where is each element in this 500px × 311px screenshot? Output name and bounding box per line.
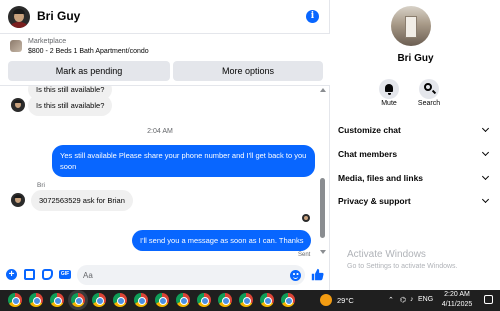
scroll-down-arrow[interactable] — [320, 250, 326, 254]
message-incoming: 3072563529 ask for Brian — [31, 190, 133, 211]
message-sender-name: Bri — [37, 182, 45, 189]
gif-icon[interactable]: GIF — [59, 270, 71, 279]
network-icon[interactable]: ⌬ — [400, 296, 406, 304]
mute-button[interactable] — [379, 79, 399, 99]
taskbar-browser-icon[interactable] — [155, 293, 169, 307]
section-media-files-links[interactable]: Media, files and links — [338, 170, 490, 186]
temperature[interactable]: 29°C — [337, 296, 354, 305]
messenger-window: Bri Guy i Marketplace $800 - 2 Beds 1 Ba… — [0, 0, 500, 290]
chevron-down-icon — [481, 124, 490, 133]
taskbar-browser-icon[interactable] — [50, 293, 64, 307]
message-composer: + GIF — [0, 260, 330, 290]
section-label: Media, files and links — [338, 173, 424, 183]
sticker-icon[interactable] — [42, 269, 53, 280]
taskbar-browser-icon[interactable] — [218, 293, 232, 307]
section-label: Customize chat — [338, 125, 401, 135]
profile-picture[interactable] — [391, 6, 431, 46]
read-receipt-avatar — [302, 214, 310, 222]
listing-thumbnail[interactable] — [10, 40, 22, 52]
windows-taskbar: 29°C ⌃ ⌬ ♪ ENG 2:20 AM 4/11/2025 — [0, 290, 500, 311]
weather-icon[interactable] — [320, 294, 332, 306]
speaker-icon[interactable]: ♪ — [410, 296, 414, 303]
emoji-icon[interactable] — [290, 270, 301, 281]
clock-time[interactable]: 2:20 AM — [442, 291, 472, 298]
section-label: Chat members — [338, 149, 398, 159]
message-outgoing: Yes still available Please share your ph… — [52, 145, 315, 177]
taskbar-browser-icon[interactable] — [197, 293, 211, 307]
chevron-down-icon — [481, 195, 490, 204]
message-outgoing: I'll send you a message as soon as I can… — [132, 230, 312, 251]
taskbar-browser-icon[interactable] — [134, 293, 148, 307]
activate-windows-title: Activate Windows — [347, 249, 426, 260]
contact-avatar-small — [11, 98, 25, 112]
language-indicator[interactable]: ENG — [418, 296, 433, 303]
listing-title[interactable]: $800 - 2 Beds 1 Bath Apartment/condo — [28, 48, 149, 55]
listing-category: Marketplace — [28, 38, 67, 45]
info-icon[interactable]: i — [306, 10, 319, 23]
scroll-up-arrow[interactable] — [320, 88, 326, 92]
chevron-down-icon — [481, 172, 490, 181]
taskbar-browser-icon[interactable] — [260, 293, 274, 307]
message-list: Is this still available? Is this still a… — [0, 86, 330, 260]
contact-name[interactable]: Bri Guy — [37, 9, 80, 23]
scroll-thumb[interactable] — [320, 178, 325, 238]
like-icon[interactable] — [311, 267, 324, 282]
taskbar-browser-icon[interactable] — [71, 293, 85, 307]
taskbar-browser-icon[interactable] — [29, 293, 43, 307]
activate-windows-subtitle: Go to Settings to activate Windows. — [347, 263, 458, 270]
search-icon — [424, 83, 432, 91]
message-scrollbar[interactable] — [319, 86, 327, 258]
section-privacy-support[interactable]: Privacy & support — [338, 193, 490, 209]
taskbar-browser-icon[interactable] — [176, 293, 190, 307]
chat-header: Bri Guy i — [0, 0, 330, 34]
taskbar-browser-icon[interactable] — [113, 293, 127, 307]
chat-pane: Bri Guy i Marketplace $800 - 2 Beds 1 Ba… — [0, 0, 330, 290]
taskbar-browser-icon[interactable] — [92, 293, 106, 307]
mute-label: Mute — [381, 100, 397, 107]
notification-icon[interactable] — [484, 295, 493, 304]
section-chat-members[interactable]: Chat members — [338, 146, 490, 162]
message-incoming: Is this still available? — [28, 95, 113, 116]
mark-as-pending-button[interactable]: Mark as pending — [8, 61, 170, 81]
tray-chevron-icon[interactable]: ⌃ — [388, 296, 394, 304]
more-options-button[interactable]: More options — [173, 61, 323, 81]
message-input[interactable] — [77, 265, 305, 285]
taskbar-browser-icon[interactable] — [281, 293, 295, 307]
bell-icon — [385, 84, 393, 95]
taskbar-browser-icon[interactable] — [239, 293, 253, 307]
search-button[interactable] — [419, 79, 439, 99]
search-label: Search — [417, 100, 441, 107]
conversation-info-pane: Bri Guy Mute Search Customize chat Chat … — [331, 0, 500, 290]
section-label: Privacy & support — [338, 196, 411, 206]
profile-name[interactable]: Bri Guy — [331, 53, 500, 64]
chevron-down-icon — [481, 148, 490, 157]
photo-icon[interactable] — [24, 269, 35, 280]
plus-icon[interactable]: + — [6, 269, 17, 280]
clock-date[interactable]: 4/11/2025 — [440, 301, 474, 308]
message-timestamp: 2:04 AM — [147, 128, 173, 135]
contact-avatar-small — [11, 193, 25, 207]
taskbar-browser-icon[interactable] — [8, 293, 22, 307]
contact-avatar[interactable] — [8, 6, 30, 28]
section-customize-chat[interactable]: Customize chat — [338, 122, 490, 138]
sent-status: Sent — [298, 252, 311, 258]
